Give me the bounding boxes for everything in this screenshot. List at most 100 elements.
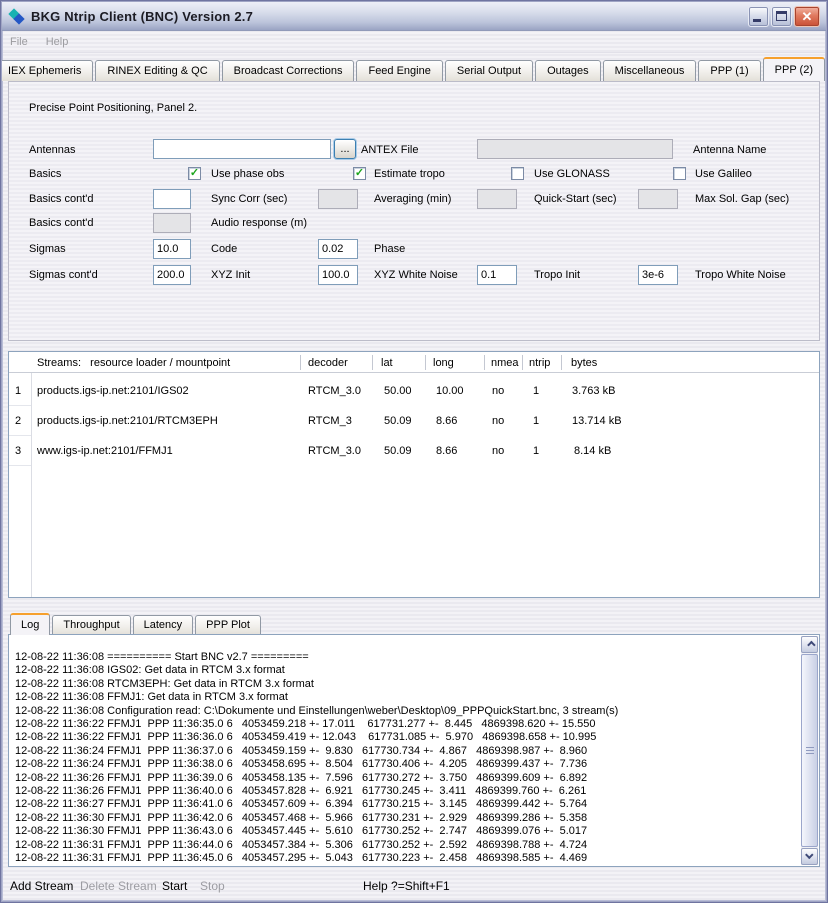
quick-start-label: Quick-Start (sec) — [534, 193, 617, 205]
tropo-white-noise-input[interactable] — [638, 265, 678, 285]
row-long: 10.00 — [436, 385, 464, 397]
add-stream-button[interactable]: Add Stream — [10, 879, 73, 893]
scroll-up-button[interactable] — [801, 636, 818, 653]
log-scrollbar[interactable] — [801, 636, 818, 865]
chevron-down-icon — [805, 850, 813, 858]
log-line: 12-08-22 11:36:31 FFMJ1 PPP 11:36:44.0 6… — [15, 839, 797, 852]
log-tab-bar: Log Throughput Latency PPP Plot — [10, 613, 263, 635]
row-decoder: RTCM_3.0 — [308, 445, 361, 457]
tab-feed-engine[interactable]: Feed Engine — [356, 60, 442, 81]
scrollbar-thumb[interactable] — [801, 654, 818, 847]
scroll-down-button[interactable] — [801, 848, 818, 865]
menu-help[interactable]: Help — [46, 36, 69, 48]
log-line: 12-08-22 11:36:30 FFMJ1 PPP 11:36:42.0 6… — [15, 812, 797, 825]
averaging-label: Averaging (min) — [374, 193, 451, 205]
tab-rinex-editing-qc[interactable]: RINEX Editing & QC — [95, 60, 219, 81]
use-phase-obs-checkbox[interactable] — [188, 167, 201, 180]
row-long: 8.66 — [436, 415, 457, 427]
tab-log[interactable]: Log — [10, 613, 50, 635]
audio-response-input — [153, 213, 191, 233]
use-glonass-checkbox[interactable] — [511, 167, 524, 180]
streams-table: Streams: resource loader / mountpoint de… — [8, 351, 820, 598]
tab-outages[interactable]: Outages — [535, 60, 601, 81]
stream-row-1[interactable]: 1 products.igs-ip.net:2101/IGS02 RTCM_3.… — [9, 376, 819, 406]
xyz-white-noise-input[interactable] — [318, 265, 358, 285]
stop-button: Stop — [200, 879, 225, 893]
streams-table-header: Streams: resource loader / mountpoint de… — [9, 352, 819, 373]
log-line: 12-08-22 11:36:26 FFMJ1 PPP 11:36:39.0 6… — [15, 772, 797, 785]
row-mountpoint: www.igs-ip.net:2101/FFMJ1 — [37, 445, 173, 457]
tab-serial-output[interactable]: Serial Output — [445, 60, 533, 81]
log-line: 12-08-22 11:36:24 FFMJ1 PPP 11:36:38.0 6… — [15, 758, 797, 771]
app-window: BKG Ntrip Client (BNC) Version 2.7 ✕ Fil… — [0, 0, 828, 903]
max-sol-gap-label: Max Sol. Gap (sec) — [695, 193, 789, 205]
menu-bar: File Help — [3, 31, 825, 53]
sync-corr-input[interactable] — [153, 189, 191, 209]
log-line: 12-08-22 11:36:24 FFMJ1 PPP 11:36:37.0 6… — [15, 745, 797, 758]
averaging-input — [318, 189, 358, 209]
estimate-tropo-checkbox[interactable] — [353, 167, 366, 180]
tab-rinex-ephemeris[interactable]: IEX Ephemeris — [2, 60, 93, 81]
stream-row-3[interactable]: 3 www.igs-ip.net:2101/FFMJ1 RTCM_3.0 50.… — [9, 436, 819, 466]
row-bytes: 13.714 kB — [572, 415, 622, 427]
start-button[interactable]: Start — [162, 879, 187, 893]
sigma-code-input[interactable] — [153, 239, 191, 259]
maximize-button[interactable] — [771, 6, 792, 27]
title-bar: BKG Ntrip Client (BNC) Version 2.7 ✕ — [2, 2, 826, 31]
row-long: 8.66 — [436, 445, 457, 457]
xyz-init-label: XYZ Init — [211, 269, 250, 281]
tropo-init-label: Tropo Init — [534, 269, 580, 281]
sigma-phase-label: Phase — [374, 243, 405, 255]
quick-start-input — [477, 189, 517, 209]
close-button[interactable]: ✕ — [794, 6, 820, 27]
sync-corr-label: Sync Corr (sec) — [211, 193, 287, 205]
antennas-input[interactable] — [153, 139, 331, 159]
sigmas-label: Sigmas — [29, 243, 66, 255]
row-bytes: 3.763 kB — [572, 385, 615, 397]
stream-row-2[interactable]: 2 products.igs-ip.net:2101/RTCM3EPH RTCM… — [9, 406, 819, 436]
minimize-button[interactable] — [748, 6, 769, 27]
row-mountpoint: products.igs-ip.net:2101/RTCM3EPH — [37, 415, 218, 427]
log-line: 12-08-22 11:36:08 IGS02: Get data in RTC… — [15, 664, 797, 677]
tropo-init-input[interactable] — [477, 265, 517, 285]
use-phase-obs-label: Use phase obs — [211, 168, 284, 180]
tab-ppp-2[interactable]: PPP (2) — [763, 57, 825, 81]
menu-file[interactable]: File — [10, 36, 28, 48]
log-lines: 12-08-22 11:36:08 ========== Start BNC v… — [15, 651, 797, 866]
use-galileo-label: Use Galileo — [695, 168, 752, 180]
log-line: 12-08-22 11:36:08 ========== Start BNC v… — [15, 651, 797, 664]
tab-throughput[interactable]: Throughput — [52, 615, 130, 635]
log-line: 12-08-22 11:36:26 FFMJ1 PPP 11:36:40.0 6… — [15, 785, 797, 798]
sigmas-contd-label: Sigmas cont'd — [29, 269, 98, 281]
ppp2-panel: Precise Point Positioning, Panel 2. Ante… — [8, 81, 820, 341]
help-hint: Help ?=Shift+F1 — [363, 879, 450, 893]
xyz-init-input[interactable] — [153, 265, 191, 285]
antex-file-label: ANTEX File — [361, 144, 418, 156]
tab-broadcast-corrections[interactable]: Broadcast Corrections — [222, 60, 355, 81]
sigma-phase-input[interactable] — [318, 239, 358, 259]
delete-stream-button: Delete Stream — [80, 879, 157, 893]
row-decoder: RTCM_3 — [308, 415, 352, 427]
tab-ppp-plot[interactable]: PPP Plot — [195, 615, 261, 635]
antennas-label: Antennas — [29, 144, 75, 156]
row-lat: 50.00 — [384, 385, 412, 397]
maximize-icon — [776, 11, 787, 21]
header-ntrip: ntrip — [529, 357, 550, 369]
app-logo-icon — [8, 8, 26, 26]
use-galileo-checkbox[interactable] — [673, 167, 686, 180]
tab-latency[interactable]: Latency — [133, 615, 194, 635]
header-nmea: nmea — [491, 357, 519, 369]
bottom-action-bar: Add Stream Delete Stream Start Stop Help… — [3, 870, 825, 900]
tab-miscellaneous[interactable]: Miscellaneous — [603, 60, 697, 81]
minimize-icon — [753, 19, 761, 22]
tropo-white-noise-label: Tropo White Noise — [695, 269, 786, 281]
header-lat: lat — [381, 357, 393, 369]
row-mountpoint: products.igs-ip.net:2101/IGS02 — [37, 385, 189, 397]
tab-ppp-1[interactable]: PPP (1) — [698, 60, 760, 81]
log-line: 12-08-22 11:36:08 Configuration read: C:… — [15, 705, 797, 718]
antex-browse-button[interactable]: ... — [334, 139, 356, 159]
log-line: 12-08-22 11:36:08 FFMJ1: Get data in RTC… — [15, 691, 797, 704]
row-nmea: no — [492, 445, 504, 457]
estimate-tropo-label: Estimate tropo — [374, 168, 445, 180]
row-index: 2 — [9, 406, 31, 436]
